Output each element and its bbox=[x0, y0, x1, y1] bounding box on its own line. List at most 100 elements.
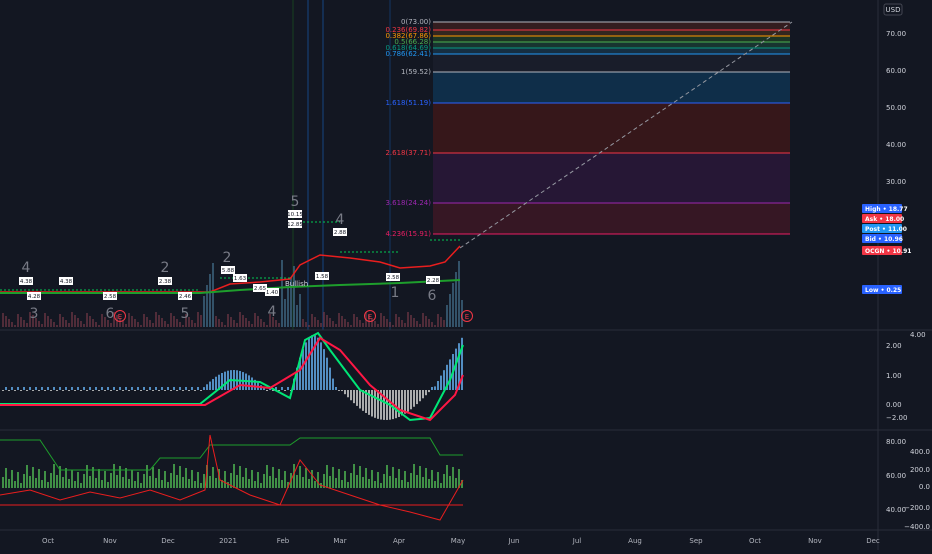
oscillator-bar bbox=[53, 464, 55, 488]
macd-histogram-bar bbox=[338, 390, 340, 391]
oscillator-bar bbox=[29, 476, 31, 488]
macd-histogram-bar bbox=[308, 337, 310, 390]
price-axis-tick: 60.00 bbox=[886, 67, 906, 75]
macd-histogram-bar bbox=[188, 390, 190, 391]
oscillator-bar bbox=[434, 481, 436, 488]
oscillator-bar bbox=[62, 477, 64, 488]
callout-value: 2.46 bbox=[179, 294, 192, 300]
volume-bar bbox=[326, 315, 328, 327]
oscillator-bar bbox=[215, 478, 217, 488]
oscillator-bar bbox=[50, 473, 52, 488]
earnings-marker-label: E bbox=[368, 313, 372, 321]
oscillator-bar bbox=[281, 480, 283, 488]
volume-bar bbox=[236, 323, 238, 327]
oscillator-bar bbox=[143, 474, 145, 488]
oscillator-bar bbox=[248, 479, 250, 488]
macd-histogram-bar bbox=[182, 390, 184, 391]
volume-bar bbox=[245, 318, 247, 327]
oscillator-bar bbox=[284, 471, 286, 488]
wave-count-label: 5 bbox=[291, 194, 300, 210]
volume-bar bbox=[203, 296, 205, 327]
volume-bar bbox=[425, 316, 427, 327]
volume-bar bbox=[260, 319, 262, 327]
oscillator-right-tick: 0.0 bbox=[919, 483, 930, 491]
price-badge-label: Low • 0.25 bbox=[865, 287, 901, 294]
macd-histogram-bar bbox=[203, 387, 205, 390]
volume-bar bbox=[317, 320, 319, 327]
macd-histogram-bar bbox=[266, 390, 268, 391]
volume-bar bbox=[224, 325, 226, 327]
volume-bar bbox=[122, 321, 124, 327]
price-axis-tick: 50.00 bbox=[886, 104, 906, 112]
volume-bar bbox=[152, 323, 154, 327]
chart-root[interactable]: 0(73.00) 0.236(69.82) 0.382(67.86) 0.5(66.2… bbox=[0, 0, 932, 550]
oscillator-bar bbox=[272, 467, 274, 488]
oscillator-bar bbox=[263, 474, 265, 488]
macd-histogram-bar bbox=[407, 390, 409, 412]
volume-bar bbox=[50, 319, 52, 327]
volume-bar bbox=[89, 316, 91, 327]
volume-bar bbox=[341, 316, 343, 327]
macd-histogram-bar bbox=[179, 387, 181, 390]
oscillator-bar bbox=[110, 473, 112, 488]
macd-histogram-bar bbox=[332, 378, 334, 390]
volume-bar bbox=[416, 321, 418, 327]
volume-bar bbox=[383, 316, 385, 327]
fib-zone bbox=[433, 153, 790, 203]
macd-histogram-bar bbox=[77, 387, 79, 390]
oscillator-bar bbox=[260, 483, 262, 488]
oscillator-bar bbox=[236, 475, 238, 488]
macd-histogram-bar bbox=[122, 390, 124, 391]
volume-bar bbox=[218, 319, 220, 327]
fibonacci-extension[interactable]: 0(73.00)0.236(69.82)0.382(67.86)0.5(66.2… bbox=[385, 18, 790, 238]
oscillator-bar bbox=[167, 482, 169, 488]
macd-histogram-bar bbox=[176, 390, 178, 391]
oscillator-bar bbox=[446, 465, 448, 488]
volume-bar bbox=[353, 314, 355, 327]
time-axis-label: Nov bbox=[103, 537, 117, 545]
volume-bar bbox=[53, 322, 55, 327]
oscillator-bar bbox=[140, 483, 142, 488]
volume-bar bbox=[320, 323, 322, 327]
chart-canvas[interactable]: 0(73.00)0.236(69.82)0.382(67.86)0.5(66.2… bbox=[0, 0, 932, 550]
callout-value: 4.38 bbox=[20, 279, 33, 285]
macd-histogram-bar bbox=[362, 390, 364, 411]
oscillator-bar bbox=[239, 466, 241, 488]
wave-count-label: 4 bbox=[22, 260, 31, 276]
fib-level-label: 4.236(15.91) bbox=[385, 230, 431, 238]
volume-bar bbox=[23, 320, 25, 327]
oscillator-bar bbox=[398, 469, 400, 488]
oscillator-bar bbox=[368, 479, 370, 488]
macd-histogram-bar bbox=[125, 387, 127, 390]
macd-histogram-bar bbox=[434, 386, 436, 390]
oscillator-bar bbox=[146, 465, 148, 488]
macd-histogram-bar bbox=[68, 390, 70, 391]
oscillator-bar bbox=[338, 469, 340, 488]
volume-bar bbox=[125, 324, 127, 327]
oscillator-bar bbox=[422, 477, 424, 488]
oscillator-bar bbox=[224, 471, 226, 488]
volume-bar bbox=[146, 317, 148, 327]
oscillator-bar bbox=[242, 477, 244, 488]
macd-histogram-bar bbox=[8, 390, 10, 391]
earnings-marker-label: E bbox=[118, 313, 122, 321]
price-axis-tick: 70.00 bbox=[886, 30, 906, 38]
oscillator-bar bbox=[158, 469, 160, 488]
volume-bar bbox=[401, 320, 403, 327]
volume-bar bbox=[2, 313, 4, 327]
volume-bar bbox=[242, 315, 244, 327]
macd-histogram-bar bbox=[17, 387, 19, 390]
oscillator-bar bbox=[305, 468, 307, 488]
volume-bar bbox=[299, 294, 301, 327]
volume-bar bbox=[101, 314, 103, 327]
fib-level-label: 0(73.00) bbox=[401, 18, 431, 26]
macd-histogram-bar bbox=[353, 390, 355, 404]
oscillator-bar bbox=[26, 465, 28, 488]
oscillator-bar bbox=[371, 470, 373, 488]
oscillator-bar bbox=[14, 481, 16, 488]
volume-bar bbox=[62, 317, 64, 327]
volume-bar bbox=[131, 316, 133, 327]
volume-bar bbox=[350, 325, 352, 327]
macd-axis-tick: 0.00 bbox=[886, 401, 902, 409]
macd-histogram-bar bbox=[251, 377, 253, 390]
